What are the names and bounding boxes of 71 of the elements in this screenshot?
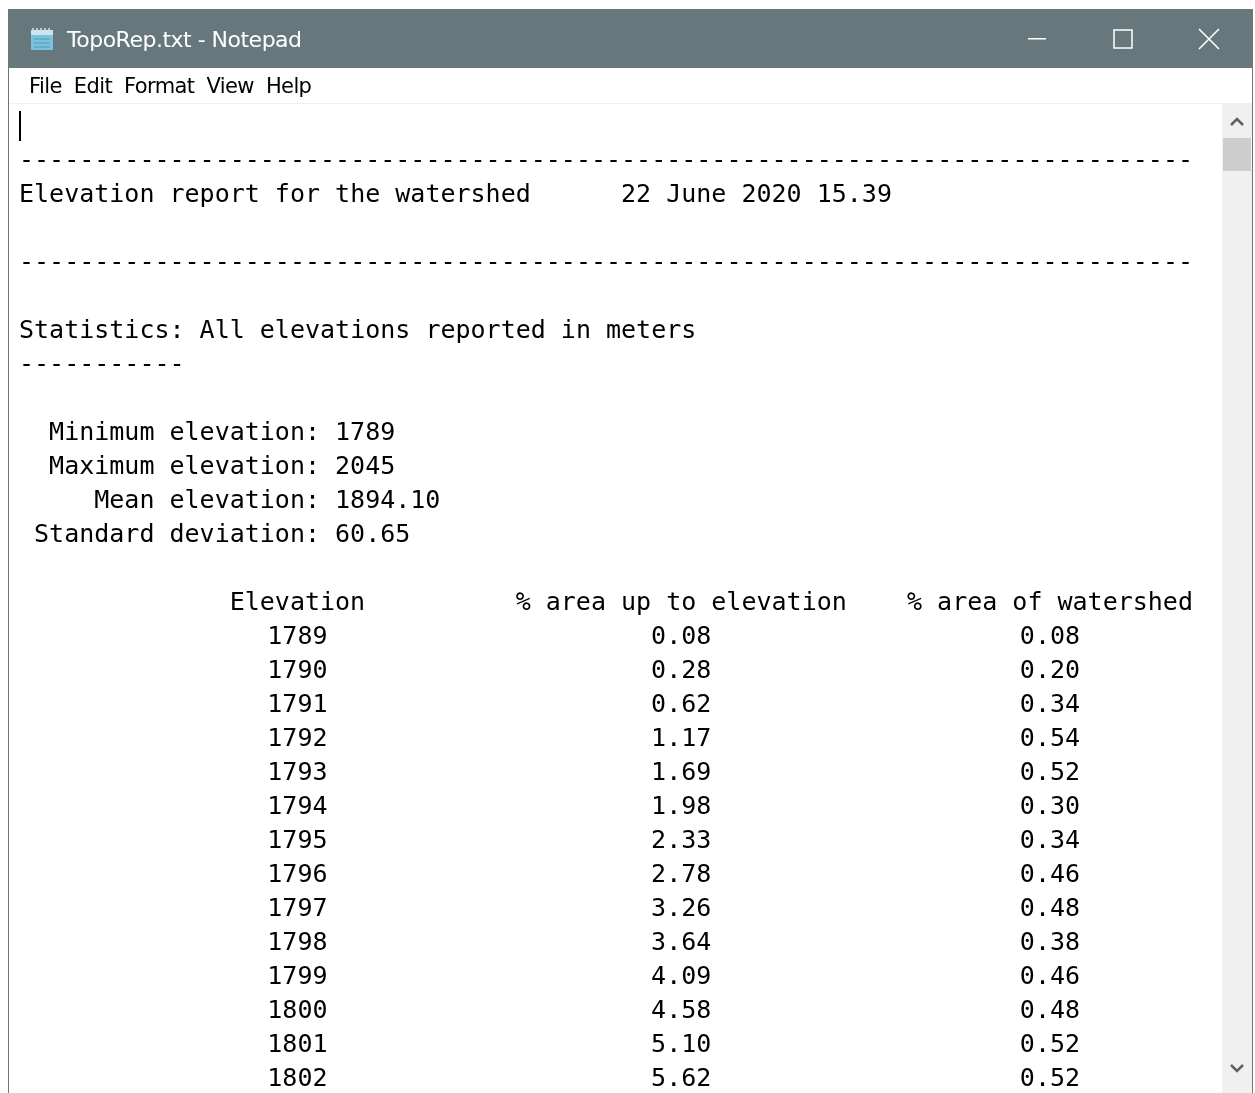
section-heading: Statistics: All elevations reported in meters bbox=[19, 314, 697, 346]
table-cell: 1.69 bbox=[651, 757, 712, 786]
table-cell: 1.98 bbox=[651, 791, 712, 820]
window-title: TopoRep.txt - Notepad bbox=[67, 26, 303, 52]
table-cell: 0.46 bbox=[1019, 961, 1081, 990]
report-timestamp: 22 June 2020 15.39 bbox=[621, 178, 892, 210]
table-cell: 1801 bbox=[267, 1029, 328, 1058]
minimize-icon bbox=[1028, 38, 1046, 40]
table-cell: 1793 bbox=[267, 757, 328, 786]
table-cell: 1798 bbox=[267, 927, 328, 956]
table-cell: 5.62 bbox=[651, 1063, 712, 1092]
caret-up-icon bbox=[1230, 116, 1244, 126]
stat-value: 60.65 bbox=[335, 518, 411, 550]
table-cell: 5.10 bbox=[651, 1029, 712, 1058]
table-cell: 0.52 bbox=[1019, 1029, 1081, 1058]
column-header: Elevation bbox=[229, 586, 366, 618]
table-cell: 1792 bbox=[267, 723, 328, 752]
table-cell: 1.17 bbox=[651, 723, 712, 752]
table-cell: 1797 bbox=[267, 893, 328, 922]
table-cell: 0.48 bbox=[1019, 893, 1081, 922]
table-cell: 4.58 bbox=[651, 995, 712, 1024]
table-cell: 1800 bbox=[267, 995, 328, 1024]
text-cursor bbox=[19, 111, 21, 141]
table-cell: 3.26 bbox=[651, 893, 712, 922]
maximize-icon bbox=[1113, 29, 1133, 49]
stat-label: Mean elevation: bbox=[93, 484, 320, 516]
table-cell: 0.20 bbox=[1019, 655, 1081, 684]
dashed-underline: ----------- bbox=[19, 348, 185, 380]
table-cell: 0.52 bbox=[1019, 1063, 1081, 1092]
menu-item[interactable]: File bbox=[23, 73, 68, 98]
table-cell: 0.52 bbox=[1019, 757, 1081, 786]
table-cell: 4.09 bbox=[651, 961, 712, 990]
table-cell: 1799 bbox=[267, 961, 328, 990]
stat-value: 1894.10 bbox=[335, 484, 441, 516]
table-cell: 1789 bbox=[267, 621, 328, 650]
table-cell: 2.78 bbox=[651, 859, 712, 888]
menu-item[interactable]: Format bbox=[118, 73, 201, 98]
table-cell: 0.46 bbox=[1019, 859, 1081, 888]
table-cell: 0.34 bbox=[1019, 689, 1081, 718]
close-icon bbox=[1198, 28, 1220, 50]
menu-item[interactable]: View bbox=[200, 73, 260, 98]
table-cell: 0.30 bbox=[1019, 791, 1081, 820]
table-cell: 0.62 bbox=[651, 689, 712, 718]
table-cell: 0.28 bbox=[651, 655, 712, 684]
scrollbar-thumb[interactable] bbox=[1223, 138, 1251, 171]
stat-value: 2045 bbox=[335, 450, 396, 482]
table-cell: 0.38 bbox=[1019, 927, 1081, 956]
dashed-rule: ------------------------------------------------------------------------------ bbox=[19, 246, 1193, 278]
table-cell: 0.48 bbox=[1019, 995, 1081, 1024]
table-cell: 1790 bbox=[267, 655, 328, 684]
report-title: Elevation report for the watershed bbox=[19, 178, 531, 210]
table-cell: 0.08 bbox=[1019, 621, 1081, 650]
table-cell: 0.34 bbox=[1019, 825, 1081, 854]
column-header: % area of watershed bbox=[907, 586, 1193, 618]
table-cell: 1794 bbox=[267, 791, 328, 820]
table-cell: 3.64 bbox=[651, 927, 712, 956]
table-cell: 1795 bbox=[267, 825, 328, 854]
stat-label: Minimum elevation: bbox=[48, 416, 320, 448]
table-cell: 0.08 bbox=[651, 621, 712, 650]
stat-value: 1789 bbox=[335, 416, 396, 448]
table-cell: 1791 bbox=[267, 689, 328, 718]
table-cell: 0.54 bbox=[1019, 723, 1081, 752]
stat-label: Maximum elevation: bbox=[48, 450, 320, 482]
menu-item[interactable]: Edit bbox=[67, 73, 119, 98]
table-cell: 1802 bbox=[267, 1063, 328, 1092]
dashed-rule: ------------------------------------------------------------------------------ bbox=[19, 144, 1193, 176]
menu-item[interactable]: Help bbox=[259, 73, 318, 98]
table-cell: 2.33 bbox=[651, 825, 712, 854]
table-cell: 1796 bbox=[267, 859, 328, 888]
column-header: % area up to elevation bbox=[515, 586, 847, 618]
stat-label: Standard deviation: bbox=[33, 518, 320, 550]
